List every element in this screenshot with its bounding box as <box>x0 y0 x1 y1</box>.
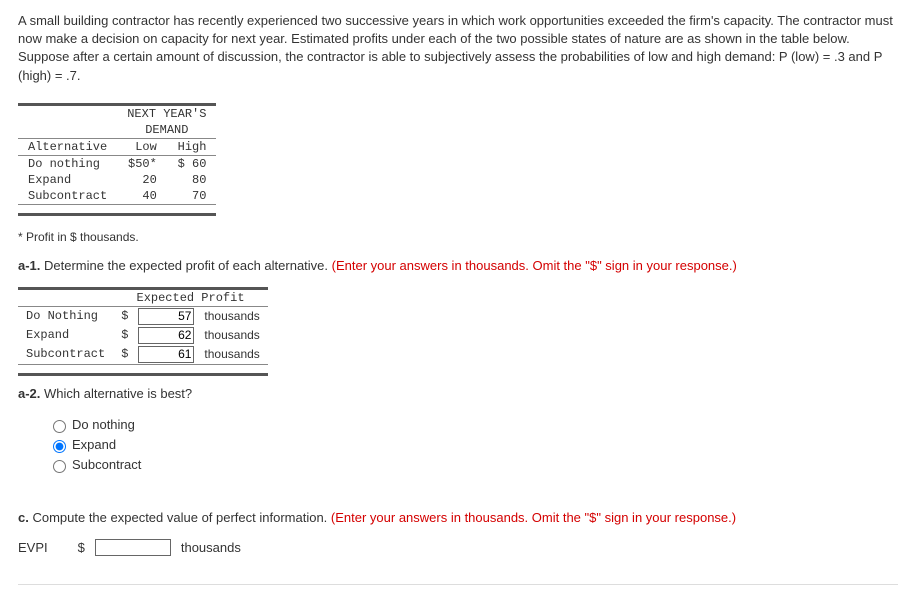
unit-label: thousands <box>202 326 267 345</box>
radio-label: Subcontract <box>72 457 141 472</box>
cell-low: 40 <box>117 188 167 205</box>
col-high: High <box>167 138 217 155</box>
radio-do-nothing[interactable] <box>53 420 66 433</box>
c-text: Compute the expected value of perfect in… <box>29 510 331 525</box>
radio-label: Expand <box>72 437 116 452</box>
table-row: Do Nothing $ thousands <box>18 306 268 326</box>
radio-subcontract[interactable] <box>53 460 66 473</box>
unit-label: thousands <box>181 540 241 555</box>
problem-statement: A small building contractor has recently… <box>18 12 898 85</box>
row-label: Expand <box>18 326 113 345</box>
divider <box>18 584 898 585</box>
footnote: * Profit in $ thousands. <box>18 230 898 244</box>
dollar-sign: $ <box>113 326 130 345</box>
col-alternative: Alternative <box>18 138 117 155</box>
alternative-radio-group: Do nothing Expand Subcontract <box>48 415 898 475</box>
cell-alt: Subcontract <box>18 188 117 205</box>
cell-low: $50* <box>117 155 167 172</box>
cell-high: 80 <box>167 172 217 188</box>
dollar-sign: $ <box>113 345 130 365</box>
cell-high: $ 60 <box>167 155 217 172</box>
table-row: Do nothing $50* $ 60 <box>18 155 216 172</box>
cell-alt: Do nothing <box>18 155 117 172</box>
dollar-sign: $ <box>113 306 130 326</box>
col-low: Low <box>117 138 167 155</box>
a2-text: Which alternative is best? <box>40 386 192 401</box>
unit-label: thousands <box>202 306 267 326</box>
table-row: Expand 20 80 <box>18 172 216 188</box>
payoff-header-top: NEXT YEAR'S <box>117 104 216 122</box>
a1-label: a-1. <box>18 258 40 273</box>
dollar-sign: $ <box>78 540 85 555</box>
table-row: Subcontract $ thousands <box>18 345 268 365</box>
c-red-instruction: (Enter your answers in thousands. Omit t… <box>331 510 736 525</box>
unit-label: thousands <box>202 345 267 365</box>
subcontract-input[interactable] <box>138 346 194 363</box>
radio-label: Do nothing <box>72 417 135 432</box>
payoff-table: NEXT YEAR'S DEMAND Alternative Low High … <box>18 103 216 216</box>
question-a1: a-1. Determine the expected profit of ea… <box>18 258 898 273</box>
expected-profit-header: Expected Profit <box>113 288 268 306</box>
question-a2: a-2. Which alternative is best? <box>18 386 898 401</box>
question-c: c. Compute the expected value of perfect… <box>18 510 898 525</box>
evpi-row: EVPI $ thousands <box>18 539 898 556</box>
table-row: Expand $ thousands <box>18 326 268 345</box>
radio-expand[interactable] <box>53 440 66 453</box>
evpi-input[interactable] <box>95 539 171 556</box>
c-label: c. <box>18 510 29 525</box>
cell-low: 20 <box>117 172 167 188</box>
cell-alt: Expand <box>18 172 117 188</box>
evpi-label: EVPI <box>18 540 48 555</box>
table-row: Subcontract 40 70 <box>18 188 216 205</box>
a1-text: Determine the expected profit of each al… <box>40 258 331 273</box>
a1-red-instruction: (Enter your answers in thousands. Omit t… <box>332 258 737 273</box>
payoff-header-sub: DEMAND <box>117 122 216 139</box>
cell-high: 70 <box>167 188 217 205</box>
a2-label: a-2. <box>18 386 40 401</box>
expand-input[interactable] <box>138 327 194 344</box>
row-label: Do Nothing <box>18 306 113 326</box>
row-label: Subcontract <box>18 345 113 365</box>
do-nothing-input[interactable] <box>138 308 194 325</box>
expected-profit-table: Expected Profit Do Nothing $ thousands E… <box>18 287 268 376</box>
